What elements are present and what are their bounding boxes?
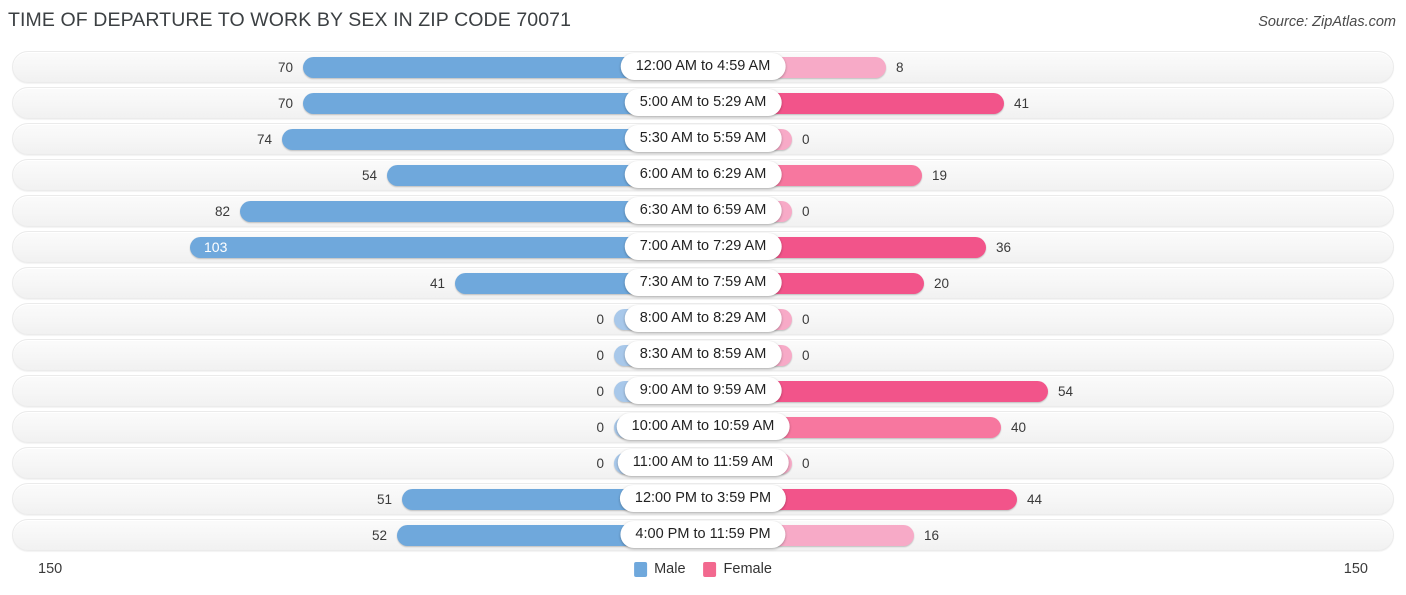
female-value: 0 [802, 312, 810, 327]
category-label: 5:30 AM to 5:59 AM [624, 125, 782, 152]
male-bar [190, 237, 672, 258]
female-value: 36 [996, 240, 1012, 255]
male-value: 70 [277, 96, 293, 111]
legend-swatch-icon [634, 561, 648, 577]
female-value: 0 [802, 348, 810, 363]
category-label: 8:30 AM to 8:59 AM [624, 341, 782, 368]
source-attribution: Source: ZipAtlas.com [1258, 14, 1396, 30]
female-value: 0 [802, 456, 810, 471]
chart-row: 0 0 11:00 AM to 11:59 AM [0, 446, 1406, 482]
female-value: 8 [896, 60, 904, 75]
category-label: 5:00 AM to 5:29 AM [624, 89, 782, 116]
chart-row: 51 44 12:00 PM to 3:59 PM [0, 482, 1406, 518]
chart-row: 0 54 9:00 AM to 9:59 AM [0, 374, 1406, 410]
chart-row: 0 40 10:00 AM to 10:59 AM [0, 410, 1406, 446]
male-value: 52 [371, 528, 387, 543]
male-value: 82 [214, 204, 230, 219]
male-value: 0 [596, 348, 604, 363]
male-value: 54 [361, 168, 377, 183]
chart-row: 70 8 12:00 AM to 4:59 AM [0, 50, 1406, 86]
female-value: 40 [1011, 420, 1027, 435]
chart-row: 52 16 4:00 PM to 11:59 PM [0, 518, 1406, 554]
female-value: 54 [1058, 384, 1074, 399]
category-label: 7:30 AM to 7:59 AM [624, 269, 782, 296]
male-bar [303, 93, 672, 114]
category-label: 9:00 AM to 9:59 AM [624, 377, 782, 404]
male-value: 0 [596, 312, 604, 327]
female-value: 19 [932, 168, 948, 183]
female-value: 20 [934, 276, 950, 291]
chart-legend: Male Female [634, 561, 772, 577]
chart-row: 70 41 5:00 AM to 5:29 AM [0, 86, 1406, 122]
male-value: 41 [429, 276, 445, 291]
axis-max-left: 150 [38, 561, 63, 577]
male-value: 103 [204, 239, 228, 255]
legend-item-female[interactable]: Female [703, 561, 772, 577]
category-label: 8:00 AM to 8:29 AM [624, 305, 782, 332]
category-label: 7:00 AM to 7:29 AM [624, 233, 782, 260]
chart-row: 54 19 6:00 AM to 6:29 AM [0, 158, 1406, 194]
female-value: 41 [1014, 96, 1030, 111]
male-bar [240, 201, 672, 222]
male-value: 70 [277, 60, 293, 75]
chart-footer: 150 Male Female 150 [0, 556, 1406, 590]
male-value: 74 [256, 132, 272, 147]
legend-swatch-icon [703, 561, 717, 577]
male-value: 0 [596, 420, 604, 435]
chart-row: 0 0 8:00 AM to 8:29 AM [0, 302, 1406, 338]
legend-item-male[interactable]: Male [634, 561, 686, 577]
male-value: 0 [596, 384, 604, 399]
chart-row: 103 36 7:00 AM to 7:29 AM [0, 230, 1406, 266]
category-label: 6:00 AM to 6:29 AM [624, 161, 782, 188]
legend-label: Male [654, 561, 686, 577]
female-value: 0 [802, 204, 810, 219]
category-label: 11:00 AM to 11:59 AM [617, 449, 789, 476]
male-value: 51 [376, 492, 392, 507]
page-title: TIME OF DEPARTURE TO WORK BY SEX IN ZIP … [8, 9, 572, 31]
category-label: 12:00 PM to 3:59 PM [619, 485, 787, 512]
male-value: 0 [596, 456, 604, 471]
chart-rows: 70 8 12:00 AM to 4:59 AM 70 41 5:00 AM to 5:2… [0, 50, 1406, 554]
category-label: 10:00 AM to 10:59 AM [616, 413, 790, 440]
category-label: 12:00 AM to 4:59 AM [620, 53, 786, 80]
male-bar [303, 57, 672, 78]
chart-row: 0 0 8:30 AM to 8:59 AM [0, 338, 1406, 374]
category-label: 6:30 AM to 6:59 AM [624, 197, 782, 224]
category-label: 4:00 PM to 11:59 PM [620, 521, 786, 548]
female-value: 16 [924, 528, 940, 543]
male-bar [282, 129, 672, 150]
female-value: 44 [1027, 492, 1043, 507]
chart-row: 82 0 6:30 AM to 6:59 AM [0, 194, 1406, 230]
axis-max-right: 150 [1343, 561, 1368, 577]
chart-row: 41 20 7:30 AM to 7:59 AM [0, 266, 1406, 302]
legend-label: Female [723, 561, 772, 577]
chart-row: 74 0 5:30 AM to 5:59 AM [0, 122, 1406, 158]
female-value: 0 [802, 132, 810, 147]
